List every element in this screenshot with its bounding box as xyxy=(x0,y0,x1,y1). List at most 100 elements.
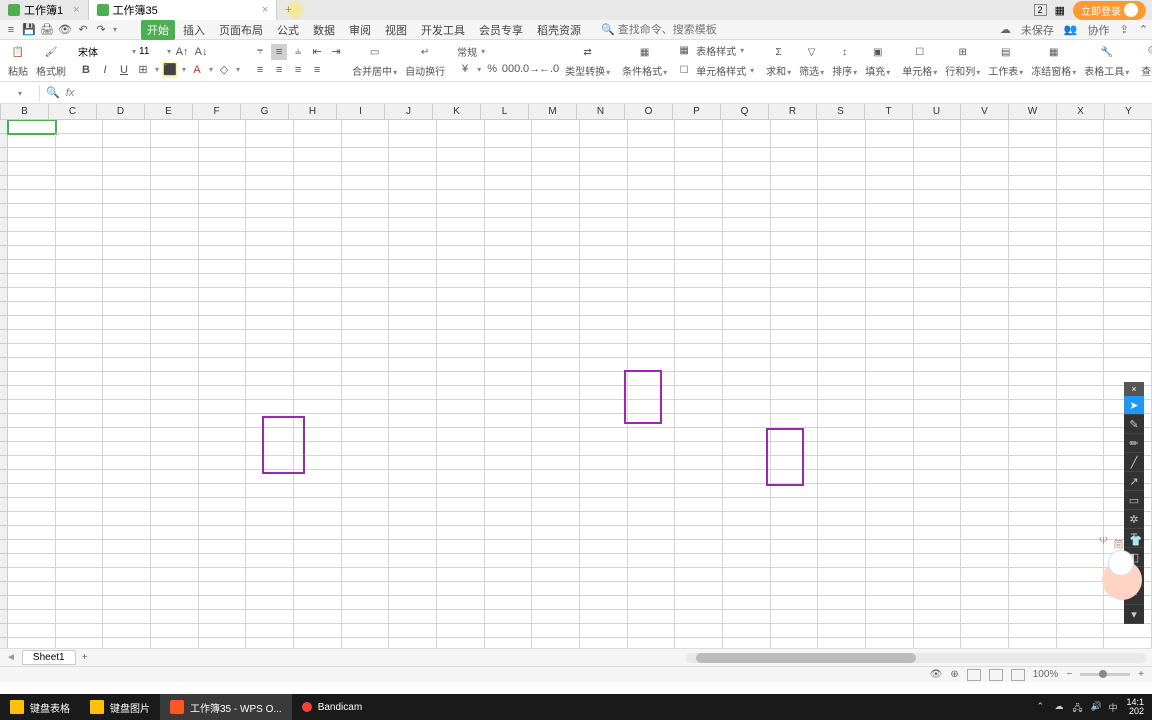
indent-dec-icon[interactable]: ⇤ xyxy=(309,44,325,60)
bold-button[interactable]: B xyxy=(78,62,94,78)
merge-group[interactable]: ▭ 合并居中▾ xyxy=(348,40,401,81)
window-icon[interactable]: 2 xyxy=(1034,4,1047,16)
paste-group[interactable]: 📋 粘贴 xyxy=(4,40,32,81)
col-header-T[interactable]: T xyxy=(865,104,913,119)
name-box[interactable]: ▾ xyxy=(0,85,40,101)
col-header-N[interactable]: N xyxy=(577,104,625,119)
italic-button[interactable]: I xyxy=(97,62,113,78)
taskbar-folder-1[interactable]: 键盘表格 xyxy=(0,694,80,720)
col-header-J[interactable]: J xyxy=(385,104,433,119)
tray-sound-icon[interactable]: 🔊 xyxy=(1090,701,1102,713)
col-header-U[interactable]: U xyxy=(913,104,961,119)
menu-icon[interactable]: ≡ xyxy=(4,23,18,37)
preview-icon[interactable]: 👁 xyxy=(58,23,72,37)
close-icon[interactable]: × xyxy=(73,4,79,16)
fx-icon[interactable]: fx xyxy=(66,87,75,99)
grid-icon[interactable]: ▦ xyxy=(1055,4,1065,17)
add-sheet-button[interactable]: + xyxy=(82,652,88,663)
zoom-icon[interactable]: 🔍 xyxy=(46,86,60,99)
mascot-icon-1[interactable]: Ψ xyxy=(1099,536,1107,551)
arrow-tool[interactable]: ↗ xyxy=(1124,472,1144,491)
stamp-tool[interactable]: ✲ xyxy=(1124,510,1144,529)
taskbar-bandicam[interactable]: Bandicam xyxy=(292,694,372,720)
font-name-select[interactable] xyxy=(78,46,128,57)
tab-start[interactable]: 开始 xyxy=(141,20,175,40)
tab-resource[interactable]: 稻壳资源 xyxy=(531,20,587,40)
indent-inc-icon[interactable]: ⇥ xyxy=(328,44,344,60)
decrease-font-icon[interactable]: A↓ xyxy=(193,44,209,60)
col-header-S[interactable]: S xyxy=(817,104,865,119)
cloud-icon[interactable]: ☁ xyxy=(1000,23,1011,36)
eye-icon[interactable]: 👁 xyxy=(930,669,943,680)
dec-inc-icon[interactable]: .0→ xyxy=(522,61,538,77)
close-icon[interactable]: × xyxy=(1124,382,1144,396)
zoom-out-button[interactable]: − xyxy=(1066,669,1072,680)
tray-network-icon[interactable]: 🖧 xyxy=(1072,701,1084,713)
find-group[interactable]: 🔍查找▾ xyxy=(1137,40,1152,81)
tab-view[interactable]: 视图 xyxy=(379,20,413,40)
align-top-icon[interactable]: ⫧ xyxy=(252,44,268,60)
col-header-X[interactable]: X xyxy=(1057,104,1105,119)
align-middle-icon[interactable]: ≡ xyxy=(271,44,287,60)
filter-group[interactable]: ▽筛选▾ xyxy=(795,40,828,81)
col-header-V[interactable]: V xyxy=(961,104,1009,119)
underline-button[interactable]: U xyxy=(116,62,132,78)
align-center-icon[interactable]: ≡ xyxy=(271,62,287,78)
tools-group[interactable]: 🔧表格工具▾ xyxy=(1080,40,1133,81)
cell-group[interactable]: ☐单元格▾ xyxy=(898,40,941,81)
convert-group[interactable]: ⇄ 类型转换▾ xyxy=(561,40,614,81)
mascot-icon-2[interactable]: 简 xyxy=(1114,536,1124,551)
tab-formula[interactable]: 公式 xyxy=(271,20,305,40)
percent-icon[interactable]: % xyxy=(484,61,500,77)
align-right-icon[interactable]: ≡ xyxy=(290,62,306,78)
cell-style-icon[interactable]: ☐ xyxy=(675,62,693,80)
tab-vip[interactable]: 会员专享 xyxy=(473,20,529,40)
col-header-Q[interactable]: Q xyxy=(721,104,769,119)
sort-group[interactable]: ↕排序▾ xyxy=(828,40,861,81)
font-color-button[interactable]: A xyxy=(189,62,205,78)
col-header-G[interactable]: G xyxy=(241,104,289,119)
col-header-O[interactable]: O xyxy=(625,104,673,119)
view-break-button[interactable] xyxy=(1011,669,1025,681)
tab-data[interactable]: 数据 xyxy=(307,20,341,40)
search-box[interactable]: 🔍 xyxy=(601,23,718,36)
col-header-C[interactable]: C xyxy=(49,104,97,119)
shape-rectangle-3[interactable] xyxy=(766,428,804,486)
col-header-W[interactable]: W xyxy=(1009,104,1057,119)
tray-cloud-icon[interactable]: ☁ xyxy=(1054,701,1066,713)
tab-insert[interactable]: 插入 xyxy=(177,20,211,40)
style-icon[interactable]: ▦ xyxy=(675,42,693,60)
format-painter-group[interactable]: 🖌 格式刷 xyxy=(32,40,70,81)
shape-rectangle-2[interactable] xyxy=(624,370,662,424)
fill-group[interactable]: ▣填充▾ xyxy=(861,40,894,81)
col-header-B[interactable]: B xyxy=(1,104,49,119)
col-header-K[interactable]: K xyxy=(433,104,481,119)
freeze-group[interactable]: ▦冻结窗格▾ xyxy=(1027,40,1080,81)
zoom-in-button[interactable]: + xyxy=(1138,669,1144,680)
increase-font-icon[interactable]: A↑ xyxy=(174,44,190,60)
pointer-tool[interactable]: ➤ xyxy=(1124,396,1144,415)
line-tool[interactable]: ╱ xyxy=(1124,453,1144,472)
tab-dev[interactable]: 开发工具 xyxy=(415,20,471,40)
border-button[interactable]: ⊞ xyxy=(135,62,151,78)
sum-group[interactable]: Σ求和▾ xyxy=(762,40,795,81)
zoom-slider[interactable] xyxy=(1080,673,1130,676)
col-header-M[interactable]: M xyxy=(529,104,577,119)
clear-format-button[interactable]: ◇ xyxy=(216,62,232,78)
login-button[interactable]: 立即登录 xyxy=(1073,1,1146,20)
wrap-group[interactable]: ↵ 自动换行 xyxy=(401,40,449,81)
col-header-Y[interactable]: Y xyxy=(1105,104,1152,119)
search-input[interactable] xyxy=(618,24,718,36)
pen-tool[interactable]: ✎ xyxy=(1124,415,1144,434)
col-header-D[interactable]: D xyxy=(97,104,145,119)
col-header-F[interactable]: F xyxy=(193,104,241,119)
doc-tab-2[interactable]: 工作簿35 × xyxy=(89,0,278,20)
sheet-nav-prev[interactable]: ◄ xyxy=(6,652,16,663)
save-icon[interactable]: 💾 xyxy=(22,23,36,37)
formula-input[interactable] xyxy=(80,85,1146,100)
zoom-level[interactable]: 100% xyxy=(1033,669,1059,680)
horizontal-scrollbar[interactable] xyxy=(686,653,1146,663)
chevron-down-icon[interactable]: ▾ xyxy=(1124,605,1144,624)
tab-review[interactable]: 审阅 xyxy=(343,20,377,40)
tray-ime-icon[interactable]: 中 xyxy=(1108,701,1120,713)
